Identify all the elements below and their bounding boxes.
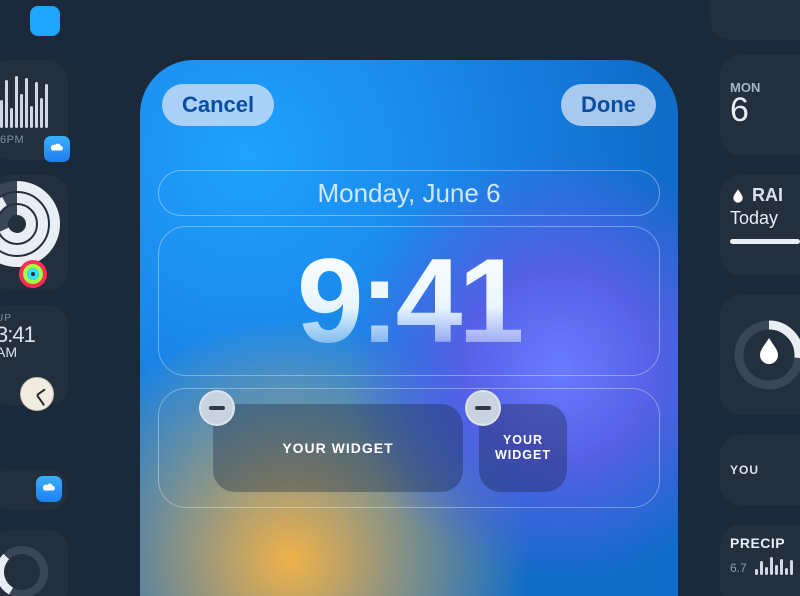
selection-indicator (30, 6, 60, 36)
remove-widget-button[interactable] (465, 390, 501, 426)
humidity-gauge-icon (730, 316, 800, 394)
rain-subtitle: Today (730, 208, 800, 229)
widget-square-label-2: WIDGET (495, 448, 551, 463)
droplet-icon (730, 188, 746, 204)
widget-rect-placeholder[interactable]: YOUR WIDGET (213, 404, 463, 492)
widget-precipitation[interactable]: PRECIP 6.7 (720, 525, 800, 596)
precip-title: PRECIP (730, 535, 800, 551)
widget-activity-rings[interactable] (0, 175, 68, 290)
gauge-icon (0, 538, 52, 596)
progress-bar (730, 239, 800, 244)
widget-placeholder[interactable] (710, 0, 800, 40)
your-widget-label: YOU (730, 463, 759, 477)
analog-clock-icon (20, 377, 54, 411)
rain-title: RAI (752, 185, 783, 206)
remove-widget-button[interactable] (199, 390, 235, 426)
lockscreen-time: 9:41 (297, 241, 521, 361)
widget-rain[interactable]: RAI Today (720, 175, 800, 275)
widget-placeholder[interactable] (0, 530, 68, 596)
date-slot[interactable]: Monday, June 6 (158, 170, 660, 216)
bar-chart-icon (755, 555, 793, 575)
calendar-day: 6 (730, 91, 749, 130)
widget-custom-placeholder[interactable]: YOU (720, 435, 800, 505)
widget-square-placeholder[interactable]: YOUR WIDGET (479, 404, 567, 492)
widget-weather-pill[interactable] (0, 470, 68, 510)
widget-rect-label: YOUR WIDGET (282, 440, 393, 456)
activity-rings-icon (0, 179, 62, 269)
widget-square-label-1: YOUR (495, 433, 551, 448)
cancel-button[interactable]: Cancel (162, 84, 274, 126)
activity-rings-color-icon (18, 259, 48, 289)
precip-value: 6.7 (730, 561, 747, 575)
widget-calendar[interactable]: MON 6 (720, 55, 800, 155)
lockscreen-date: Monday, June 6 (317, 178, 500, 209)
lockscreen-preview: Cancel Done Monday, June 6 9:41 YOUR WID… (140, 60, 678, 596)
widget-world-clock[interactable]: UP 3:41 AM (0, 305, 68, 405)
widget-hourly-bars[interactable]: 6PM (0, 60, 68, 160)
done-button[interactable]: Done (561, 84, 656, 126)
widgets-slot[interactable]: YOUR WIDGET YOUR WIDGET (158, 388, 660, 508)
bar-chart-icon (0, 72, 62, 128)
weather-icon (44, 136, 70, 162)
weather-icon (36, 476, 62, 502)
widget-humidity[interactable] (720, 295, 800, 415)
time-slot[interactable]: 9:41 (158, 226, 660, 376)
